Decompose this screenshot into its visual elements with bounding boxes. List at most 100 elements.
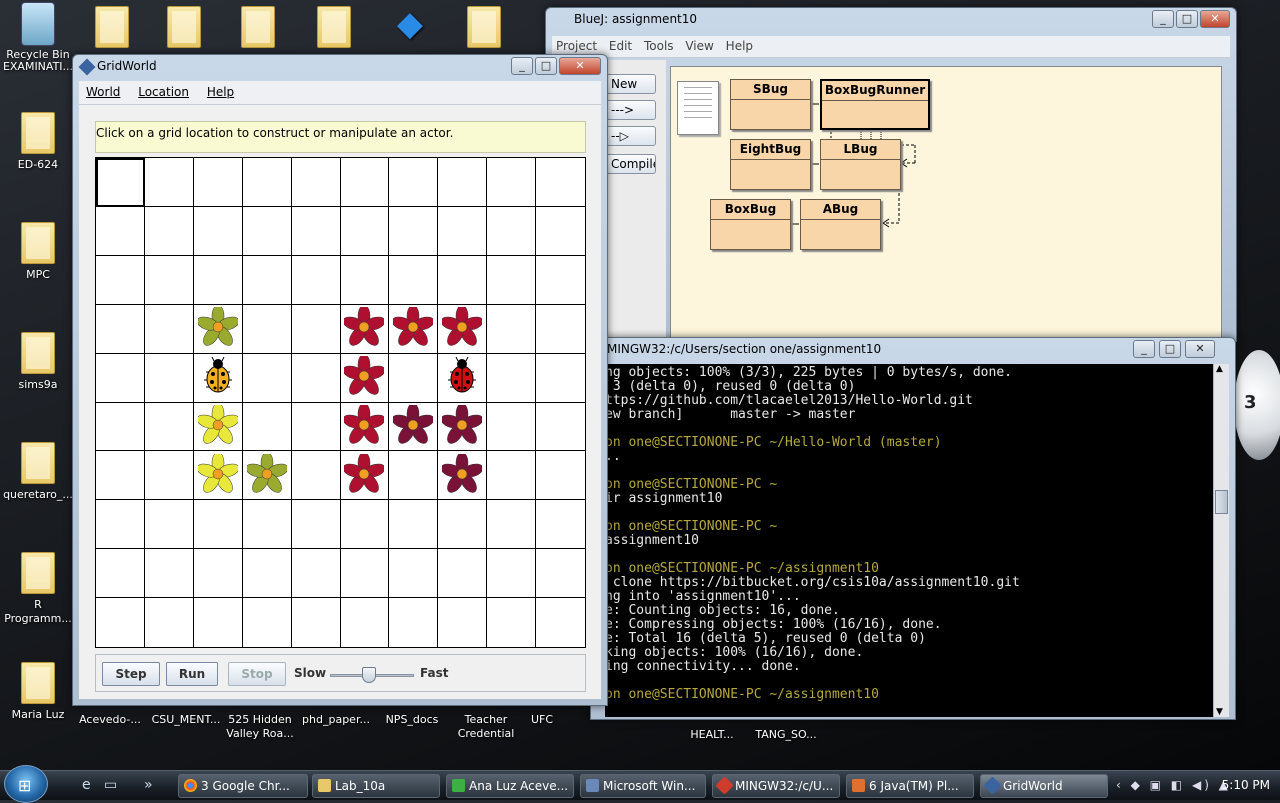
desktop-icon-mpc[interactable]: MPC [0,222,76,282]
grid-cell[interactable] [144,549,194,599]
grid-cell[interactable] [487,206,537,256]
grid-cell[interactable] [96,353,145,403]
class-sbug[interactable]: SBug [730,79,811,130]
flower-icon[interactable] [196,402,240,448]
flower-icon[interactable] [392,304,435,350]
grid-cell[interactable] [193,206,243,256]
minimize-button[interactable]: _ [1133,340,1155,358]
class-lbug[interactable]: LBug [820,139,901,190]
grid-cell[interactable] [193,158,243,207]
compile-button[interactable]: Compile [604,154,656,174]
grid-cell[interactable] [340,255,390,305]
grid-cell[interactable] [536,305,585,354]
grid-cell[interactable] [242,402,292,452]
grid-cell[interactable] [242,549,292,599]
inheritance-arrow-button[interactable]: --▷ [604,126,656,146]
system-tray-icons[interactable]: ‹ ◆ ▣ ◧ ◀) ▲ [1116,778,1231,792]
terminal-output[interactable]: ng objects: 100% (3/3), 225 bytes | 0 by… [605,364,1213,717]
grid-cell[interactable] [243,598,292,647]
grid-cell[interactable] [389,206,439,256]
grid-cell[interactable] [438,353,488,403]
desktop-icon-phd-paper[interactable]: phd_paper... [298,713,374,727]
grid-cell[interactable] [487,549,537,599]
grid-cell[interactable] [438,451,488,501]
titlebar[interactable]: GridWorld _ □ ✕ [73,55,607,79]
menu-location[interactable]: Location [131,81,196,103]
grid-cell[interactable] [340,158,390,207]
grid-cell[interactable] [487,304,537,354]
menu-world[interactable]: World [79,81,127,103]
flower-icon[interactable] [440,304,484,350]
scroll-down-arrow-icon[interactable]: ▼ [1216,707,1223,717]
grid-cell[interactable] [389,402,439,452]
menu-project[interactable]: Project [552,36,601,56]
grid-cell[interactable] [144,353,194,403]
grid-cell[interactable] [144,255,194,305]
grid-cell[interactable] [536,256,585,305]
scroll-up-arrow-icon[interactable]: ▲ [1216,364,1223,374]
grid-cell[interactable] [291,500,341,550]
grid-cell[interactable] [438,500,488,550]
grid-cell[interactable] [291,353,341,403]
grid-cell[interactable] [96,255,145,305]
bluej-window[interactable]: BlueJ: assignment10 _ □ ✕ Project Edit T… [545,7,1237,342]
class-boxbugrunner[interactable]: BoxBugRunner [820,79,930,130]
grid-cell[interactable] [144,158,194,207]
grid-cell[interactable] [389,549,439,599]
grid-cell[interactable] [242,304,292,354]
taskbar-item-ana-luz[interactable]: Ana Luz Aceve... [446,774,574,798]
grid-cell[interactable] [438,255,488,305]
grid-cell[interactable] [389,451,439,501]
desktop-icon-sims9a[interactable]: sims9a [0,332,76,392]
desktop-icon-tang-so[interactable]: TANG_SO... [748,728,824,742]
grid-cell[interactable] [536,403,585,452]
grid-cell[interactable] [438,598,488,647]
grid-cell[interactable] [144,451,194,501]
grid-cell[interactable] [487,500,537,550]
grid-cell[interactable] [96,549,145,599]
grid-cell[interactable] [438,402,488,452]
grid-cell[interactable] [487,158,537,207]
quicklaunch-expand-icon[interactable]: » [144,777,153,793]
grid-cell[interactable] [389,304,439,354]
grid-cell[interactable] [291,402,341,452]
desktop-icon-chrome-folder[interactable] [146,6,222,52]
desktop-icon-r-programming[interactable]: R Programm... [0,552,76,626]
grid-cell[interactable] [292,598,341,647]
taskbar-item-java[interactable]: 6 Java(TM) Pl... [846,774,974,798]
taskbar-item-microsoft-win[interactable]: Microsoft Win... [580,774,706,798]
grid-cell[interactable] [487,353,537,403]
grid-cell[interactable] [341,598,390,647]
grid-cell[interactable] [242,451,292,501]
grid-cell[interactable] [291,206,341,256]
grid[interactable] [95,157,586,648]
grid-cell[interactable] [96,598,145,647]
maximize-button[interactable]: □ [1176,10,1198,28]
menu-help[interactable]: Help [722,36,757,56]
grid-cell[interactable] [536,354,585,403]
grid-cell[interactable] [96,158,145,207]
menu-view[interactable]: View [681,36,717,56]
grid-cell[interactable] [193,402,243,452]
grid-cell[interactable] [144,206,194,256]
desktop-icon-nps-docs[interactable]: NPS_docs [374,713,450,727]
grid-cell[interactable] [291,304,341,354]
flower-icon[interactable] [343,402,386,448]
grid-cell[interactable] [340,451,390,501]
grid-cell[interactable] [340,206,390,256]
grid-cell[interactable] [193,304,243,354]
desktop-icon-acevedo[interactable]: Acevedo-... [72,713,148,727]
new-class-button[interactable]: New Class... [604,74,656,94]
step-button[interactable]: Step [102,662,160,686]
grid-cell[interactable] [389,353,439,403]
gridworld-window[interactable]: GridWorld _ □ ✕ World Location Help Clic… [72,54,608,706]
grid-cell[interactable] [291,158,341,207]
desktop-icon-chrome-folder[interactable] [296,6,372,52]
grid-cell[interactable] [487,402,537,452]
desktop-icon-chrome-folder[interactable] [446,6,522,52]
show-desktop-icon[interactable]: ▭ [104,777,117,793]
vertical-scrollbar[interactable]: ▲ ▼ [1213,364,1229,717]
grid-cell[interactable] [144,304,194,354]
grid-cell[interactable] [193,255,243,305]
ie-icon[interactable]: e [82,777,91,793]
